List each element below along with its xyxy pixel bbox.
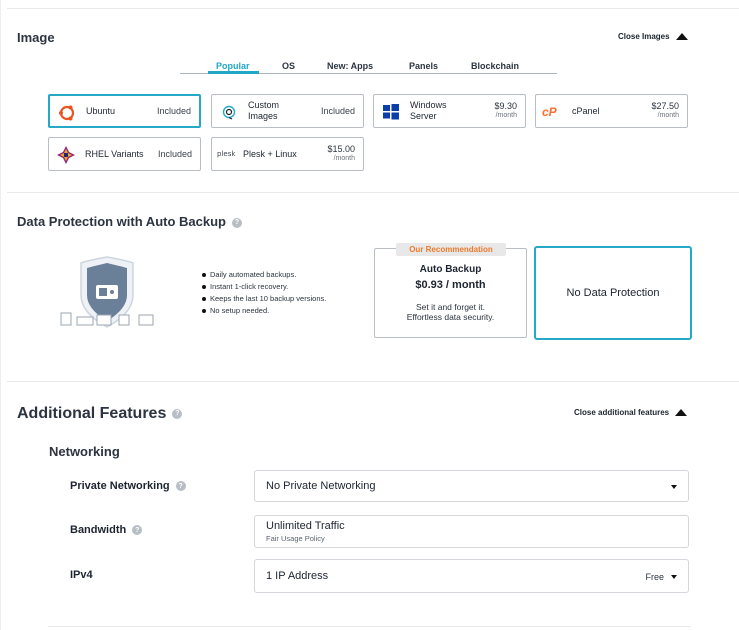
tab-blockchain[interactable]: Blockchain — [471, 61, 519, 71]
private-networking-label: Private Networking? — [70, 480, 186, 492]
ubuntu-icon — [59, 105, 75, 121]
windows-icon — [383, 104, 399, 120]
image-card-note: Included — [156, 106, 191, 116]
divider — [48, 626, 691, 627]
close-additional-features-toggle[interactable]: Close additional features — [574, 408, 688, 417]
data-protection-title-text: Data Protection with Auto Backup — [17, 214, 226, 229]
caret-up-icon — [675, 33, 688, 40]
auto-backup-title: Auto Backup — [419, 264, 482, 275]
private-networking-select[interactable]: No Private Networking — [254, 470, 689, 502]
help-icon[interactable]: ? — [172, 408, 183, 419]
divider — [7, 192, 739, 193]
image-card-price: $15.00 /month — [327, 144, 355, 164]
backup-benefits-list: Daily automated backups. Instant 1-click… — [202, 269, 326, 317]
caret-up-icon — [675, 409, 688, 416]
bandwidth-label: Bandwidth? — [70, 524, 143, 536]
cpanel-icon: cP — [542, 105, 558, 119]
image-card-name: cPanel — [572, 105, 600, 116]
close-additional-features-label: Close additional features — [574, 408, 670, 417]
close-images-label: Close Images — [618, 32, 670, 41]
tab-popular[interactable]: Popular — [216, 61, 250, 71]
auto-backup-description: Set it and forget it. Effortless data se… — [375, 302, 526, 322]
auto-backup-card[interactable]: Our Recommendation Auto Backup $0.93 / m… — [374, 243, 527, 338]
no-data-protection-label: No Data Protection — [566, 287, 660, 299]
image-tabs: Popular OS New: Apps Panels Blockchain — [180, 58, 557, 74]
auto-backup-price: $0.93 / month — [415, 279, 486, 291]
private-networking-label-text: Private Networking — [70, 480, 170, 492]
image-card-ubuntu[interactable]: Ubuntu Included — [48, 94, 201, 128]
active-tab-indicator — [208, 71, 259, 74]
divider — [7, 8, 739, 9]
image-card-name: RHEL Variants — [85, 148, 144, 159]
plesk-icon: plesk — [217, 150, 236, 158]
image-card-name: Custom Images — [248, 100, 280, 121]
list-item: No setup needed. — [202, 305, 326, 317]
image-card-note: Included — [320, 106, 355, 116]
svg-text:cP: cP — [542, 105, 558, 119]
additional-features-title: Additional Features? — [17, 405, 183, 423]
image-card-price-value: $27.50 — [651, 101, 679, 111]
help-icon[interactable]: ? — [175, 481, 186, 492]
list-item: Daily automated backups. — [202, 269, 326, 281]
help-icon[interactable]: ? — [231, 217, 242, 228]
bandwidth-value: Unlimited Traffic — [266, 520, 345, 532]
close-images-toggle[interactable]: Close Images — [618, 32, 688, 41]
ipv4-label: IPv4 — [70, 569, 93, 581]
image-card-name: Plesk + Linux — [243, 148, 297, 159]
bandwidth-field: Unlimited Traffic Fair Usage Policy — [254, 515, 689, 548]
ipv4-select[interactable]: 1 IP Address Free — [254, 559, 689, 593]
image-card-price-value: $9.30 — [494, 101, 517, 111]
chevron-down-icon — [671, 575, 677, 579]
image-card-windows-server[interactable]: Windows Server $9.30 /month — [373, 94, 526, 128]
private-networking-value: No Private Networking — [266, 480, 376, 492]
image-section-title: Image — [17, 30, 55, 45]
rhel-icon — [57, 146, 75, 164]
chevron-down-icon — [671, 485, 677, 489]
image-card-price: $27.50 /month — [651, 101, 679, 121]
bandwidth-policy: Fair Usage Policy — [266, 534, 325, 543]
image-card-rhel-variants[interactable]: RHEL Variants Included — [48, 137, 201, 171]
tab-os[interactable]: OS — [282, 61, 295, 71]
tab-panels[interactable]: Panels — [409, 61, 438, 71]
image-card-plesk-linux[interactable]: plesk Plesk + Linux $15.00 /month — [211, 137, 364, 171]
list-item: Instant 1-click recovery. — [202, 281, 326, 293]
image-card-price: $9.30 /month — [494, 101, 517, 121]
image-card-price-period: /month — [495, 112, 517, 119]
list-item: Keeps the last 10 backup versions. — [202, 293, 326, 305]
additional-features-title-text: Additional Features — [17, 405, 167, 422]
divider — [7, 381, 739, 382]
image-card-price-value: $15.00 — [327, 144, 355, 154]
image-card-custom-images[interactable]: Custom Images Included — [211, 94, 364, 128]
bandwidth-label-text: Bandwidth — [70, 524, 127, 536]
auto-backup-desc-line: Set it and forget it. — [416, 302, 485, 312]
image-card-price-period: /month — [657, 112, 679, 119]
page: Image Close Images Popular OS New: Apps … — [0, 0, 739, 630]
networking-title: Networking — [49, 444, 120, 459]
no-data-protection-card[interactable]: No Data Protection — [534, 246, 692, 340]
image-card-price-period: /month — [333, 155, 355, 162]
auto-backup-desc-line: Effortless data security. — [406, 312, 495, 322]
help-icon[interactable]: ? — [132, 525, 143, 536]
ipv4-price: Free — [645, 572, 664, 582]
image-card-name: Ubuntu — [86, 105, 116, 116]
backup-shield-illustration — [60, 256, 154, 328]
image-card-cpanel[interactable]: cP cPanel $27.50 /month — [535, 94, 688, 128]
image-card-note: Included — [157, 149, 192, 159]
custom-image-icon — [222, 105, 236, 120]
recommendation-badge: Our Recommendation — [396, 243, 506, 256]
data-protection-title: Data Protection with Auto Backup? — [17, 214, 242, 229]
image-card-name: Windows Server — [410, 100, 447, 121]
ipv4-value: 1 IP Address — [266, 570, 329, 582]
tab-new-apps[interactable]: New: Apps — [327, 61, 373, 71]
